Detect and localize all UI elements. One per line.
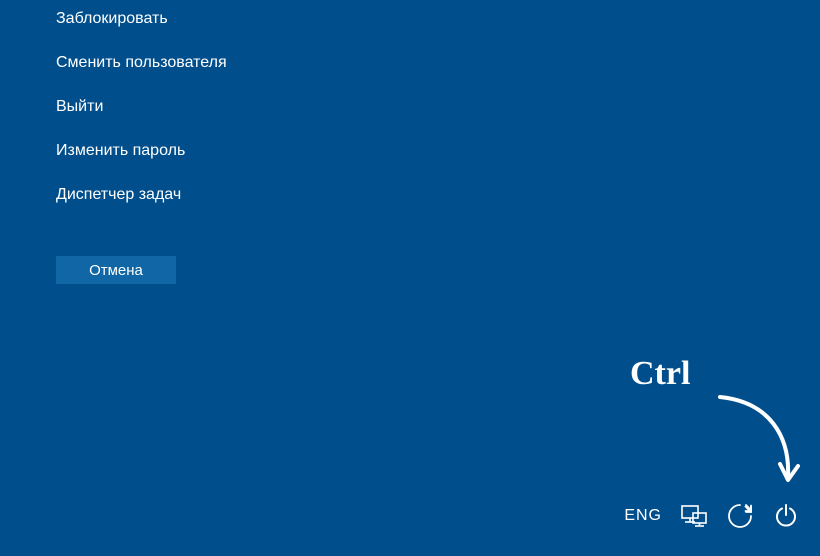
annotation-arrow <box>700 382 820 502</box>
annotation-ctrl-label: Ctrl <box>630 355 690 393</box>
cancel-button[interactable]: Отмена <box>56 256 176 284</box>
menu-item-task-manager[interactable]: Диспетчер задач <box>56 186 227 204</box>
menu-item-lock[interactable]: Заблокировать <box>56 10 227 28</box>
power-icon[interactable] <box>772 502 800 530</box>
menu-item-switch-user[interactable]: Сменить пользователя <box>56 54 227 72</box>
ease-of-access-icon[interactable] <box>726 502 754 530</box>
language-indicator[interactable]: ENG <box>624 507 662 525</box>
menu-item-change-password[interactable]: Изменить пароль <box>56 142 227 160</box>
security-options-menu: Заблокировать Сменить пользователя Выйти… <box>56 10 227 230</box>
menu-item-sign-out[interactable]: Выйти <box>56 98 227 116</box>
network-icon[interactable] <box>680 502 708 530</box>
lock-screen-taskbar: ENG <box>624 502 800 530</box>
